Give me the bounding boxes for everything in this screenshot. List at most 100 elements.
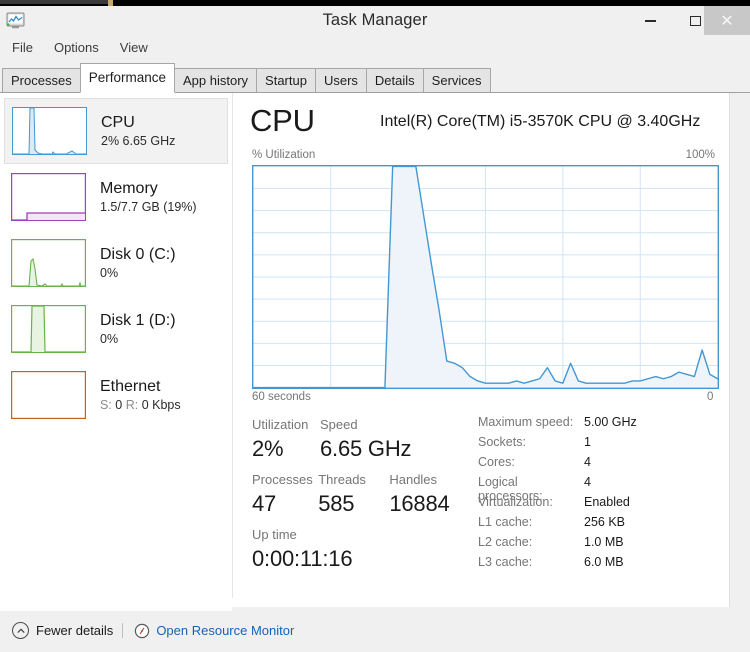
sidebar-item-memory[interactable]: Memory 1.5/7.7 GB (19%) xyxy=(4,164,228,230)
spec-key: L2 cache: xyxy=(478,535,533,549)
tab-strip: Processes Performance App history Startu… xyxy=(0,60,750,93)
utilization-stat: Utilization 2% xyxy=(252,415,320,464)
tab-services[interactable]: Services xyxy=(422,68,491,93)
pane-right-gutter xyxy=(729,93,750,611)
uptime-label: Up time xyxy=(252,527,297,542)
disk1-detail: 0% xyxy=(100,331,119,346)
close-icon: ✕ xyxy=(720,10,734,30)
threads-stat: Threads 585 xyxy=(318,470,389,519)
cpu-detail-panel: CPU Intel(R) Core(TM) i5-3570K CPU @ 3.4… xyxy=(244,93,729,611)
spec-row: Maximum speed: 5.00 GHz xyxy=(478,415,728,435)
tab-startup[interactable]: Startup xyxy=(256,68,316,93)
spec-key: Sockets: xyxy=(478,435,526,449)
spec-row: Cores: 4 xyxy=(478,455,728,475)
spec-value: 6.0 MB xyxy=(584,555,624,569)
cpu-model-name: Intel(R) Core(TM) i5-3570K CPU @ 3.40GHz xyxy=(380,113,701,130)
threads-label: Threads xyxy=(318,472,366,487)
stats-row-3: Up time 0:00:11:16 xyxy=(252,525,477,574)
close-button[interactable]: ✕ xyxy=(704,6,750,35)
sidebar-item-ethernet[interactable]: Ethernet S: 0 R: 0 Kbps xyxy=(4,362,228,428)
processes-stat: Processes 47 xyxy=(252,470,318,519)
spec-row: L1 cache: 256 KB xyxy=(478,515,728,535)
chevron-up-circle-icon xyxy=(12,622,29,639)
cpu-name: CPU xyxy=(101,113,135,131)
disk1-name: Disk 1 (D:) xyxy=(100,311,176,329)
status-bar-separator xyxy=(122,623,124,638)
processes-label: Processes xyxy=(252,472,313,487)
memory-labels: Memory 1.5/7.7 GB (19%) xyxy=(100,179,197,216)
graph-y-axis-label: % Utilization xyxy=(252,149,316,161)
stats-row-2: Processes 47 Threads 585 Handles 16884 xyxy=(252,470,477,519)
spec-value: 5.00 GHz xyxy=(584,415,637,429)
minimize-icon xyxy=(645,19,656,22)
spec-row: Logical processors: 4 xyxy=(478,475,728,503)
ethernet-detail: S: 0 R: 0 Kbps xyxy=(100,397,181,412)
disk0-labels: Disk 0 (C:) 0% xyxy=(100,245,176,282)
ethernet-labels: Ethernet S: 0 R: 0 Kbps xyxy=(100,377,181,414)
spec-value: 4 xyxy=(584,475,591,489)
speed-label: Speed xyxy=(320,417,358,432)
spec-row: Sockets: 1 xyxy=(478,435,728,455)
spec-key: L1 cache: xyxy=(478,515,533,529)
threads-value: 585 xyxy=(318,491,355,516)
menu-item-view[interactable]: View xyxy=(111,38,157,57)
memory-detail: 1.5/7.7 GB (19%) xyxy=(100,199,197,214)
tab-app-history[interactable]: App history xyxy=(174,68,258,93)
handles-label: Handles xyxy=(389,472,438,487)
menu-item-options[interactable]: Options xyxy=(45,38,108,57)
maximize-icon xyxy=(690,15,701,26)
tab-processes[interactable]: Processes xyxy=(2,68,81,93)
spec-value: 1.0 MB xyxy=(584,535,624,549)
memory-name: Memory xyxy=(100,179,158,197)
disk1-thumbnail-graph xyxy=(11,305,86,353)
handles-value: 16884 xyxy=(389,491,450,516)
minimize-button[interactable] xyxy=(628,6,673,35)
uptime-stat: Up time 0:00:11:16 xyxy=(252,525,353,574)
spec-value: Enabled xyxy=(584,495,630,509)
tab-details[interactable]: Details xyxy=(365,68,424,93)
title-bar: Task Manager ✕ xyxy=(0,6,750,35)
memory-thumbnail-graph xyxy=(11,173,86,221)
graph-y-axis-max: 100% xyxy=(685,149,715,161)
spec-value: 4 xyxy=(584,455,591,469)
spec-row: L3 cache: 6.0 MB xyxy=(478,555,728,575)
cpu-detail: 2% 6.65 GHz xyxy=(101,133,176,148)
sidebar-item-disk0[interactable]: Disk 0 (C:) 0% xyxy=(4,230,228,296)
spec-key: Cores: xyxy=(478,455,515,469)
ethernet-name: Ethernet xyxy=(100,377,161,395)
spec-row: Virtualization: Enabled xyxy=(478,495,728,515)
tab-users[interactable]: Users xyxy=(314,68,367,93)
menu-item-file[interactable]: File xyxy=(3,38,42,57)
disk0-name: Disk 0 (C:) xyxy=(100,245,176,263)
spec-key: L3 cache: xyxy=(478,555,533,569)
spec-value: 1 xyxy=(584,435,591,449)
spec-row: L2 cache: 1.0 MB xyxy=(478,535,728,555)
graph-x-axis-start: 60 seconds xyxy=(252,391,311,403)
utilization-label: Utilization xyxy=(252,417,309,432)
stats-row-1: Utilization 2% Speed 6.65 GHz xyxy=(252,415,477,464)
sidebar-divider xyxy=(232,93,233,598)
resource-list: CPU 2% 6.65 GHz Memory 1.5/7.7 GB (19%) xyxy=(0,93,232,611)
desktop-strip-left xyxy=(0,0,108,4)
tab-performance[interactable]: Performance xyxy=(79,63,175,93)
uptime-value: 0:00:11:16 xyxy=(252,546,353,571)
performance-pane: CPU 2% 6.65 GHz Memory 1.5/7.7 GB (19%) xyxy=(0,93,750,611)
open-resource-monitor-link[interactable]: Open Resource Monitor xyxy=(156,623,294,638)
cpu-stats: Utilization 2% Speed 6.65 GHz Processes … xyxy=(252,415,477,574)
cpu-spec-list: Maximum speed: 5.00 GHz Sockets: 1 Cores… xyxy=(478,415,728,575)
sidebar-item-cpu[interactable]: CPU 2% 6.65 GHz xyxy=(4,98,228,164)
sidebar-item-disk1[interactable]: Disk 1 (D:) 0% xyxy=(4,296,228,362)
spec-value: 256 KB xyxy=(584,515,626,529)
status-bar-content: Fewer details Open Resource Monitor xyxy=(12,622,294,639)
spec-key: Maximum speed: xyxy=(478,415,574,429)
task-manager-window: Task Manager ✕ File Options View Process… xyxy=(0,6,750,652)
processes-value: 47 xyxy=(252,491,277,516)
fewer-details-button[interactable]: Fewer details xyxy=(12,622,122,639)
speed-value: 6.65 GHz xyxy=(320,436,412,461)
disk1-labels: Disk 1 (D:) 0% xyxy=(100,311,176,348)
spec-key: Virtualization: xyxy=(478,495,553,509)
tab-list: Processes Performance App history Startu… xyxy=(2,63,491,93)
cpu-utilization-graph[interactable] xyxy=(252,165,719,389)
cpu-thumbnail-graph xyxy=(12,107,87,155)
resource-monitor-icon xyxy=(134,623,150,639)
